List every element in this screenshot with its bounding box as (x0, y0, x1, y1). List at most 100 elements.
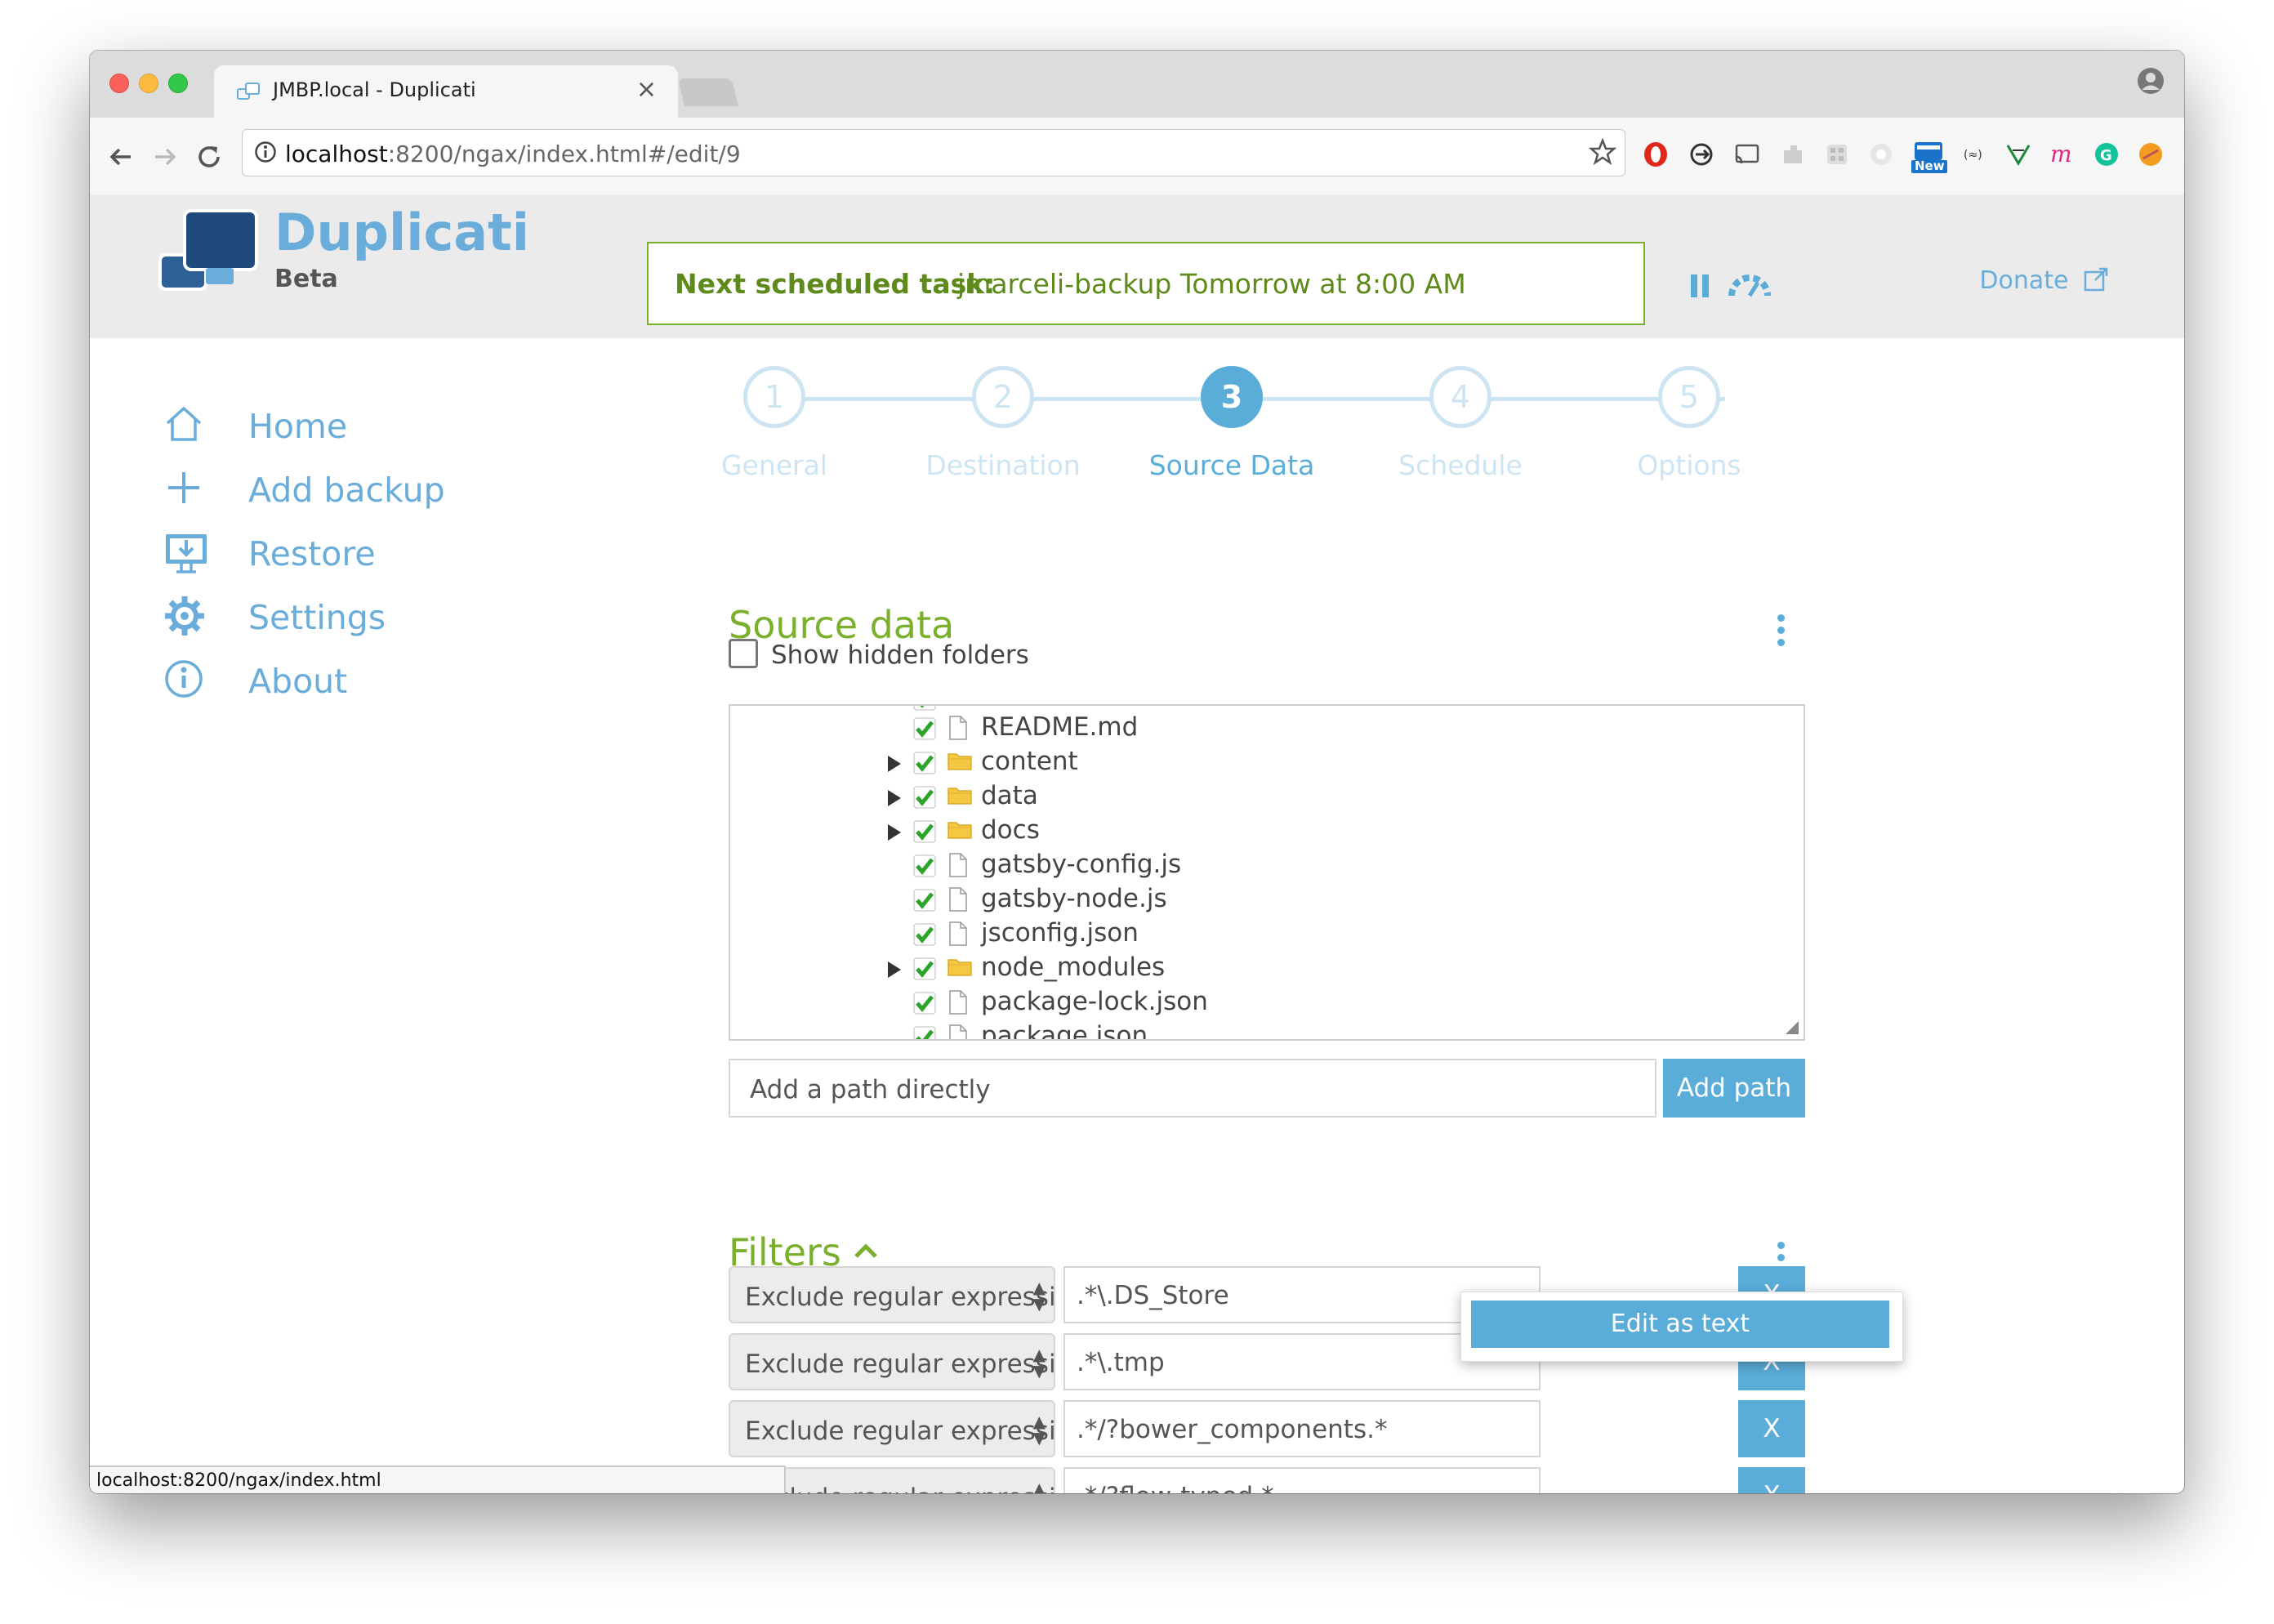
step-3-label[interactable]: Source Data (1117, 449, 1346, 481)
sidebar-item-restore[interactable]: Restore (163, 528, 408, 577)
select-arrows-icon: ▲▼ (1032, 1345, 1046, 1381)
puzzle-extension-icon[interactable] (1779, 141, 1807, 168)
tree-row[interactable]: node_modules (730, 951, 1804, 985)
remove-filter-button[interactable]: X (1738, 1467, 1805, 1493)
grid-extension-icon[interactable] (1823, 141, 1851, 168)
tree-row-label: gatsby-config.js (981, 850, 1182, 879)
filter-type-value: Exclude regular expression (745, 1283, 1055, 1312)
sidebar-item-settings[interactable]: Settings (163, 591, 408, 640)
filter-expression-input[interactable]: .*/?bower_components.* (1063, 1400, 1541, 1457)
tree-row[interactable]: content (730, 745, 1804, 779)
address-bar[interactable]: localhost:8200/ngax/index.html#/edit/9 (242, 129, 1625, 176)
filter-row: Exclude regular expression▲▼ .*/?flow-ty… (729, 1467, 1805, 1493)
sync-extension-icon[interactable] (1688, 141, 1715, 168)
step-3-circle[interactable]: 3 (1201, 366, 1263, 428)
tree-row-checkbox[interactable] (913, 957, 936, 980)
add-path-input[interactable]: Add a path directly (729, 1059, 1656, 1118)
tree-row[interactable]: gatsby-config.js (730, 848, 1804, 882)
tree-row[interactable]: README.md (730, 711, 1804, 745)
select-arrows-icon: ▲▼ (1032, 1278, 1046, 1314)
grammarly-icon[interactable]: G (2093, 141, 2120, 168)
tree-row-checkbox[interactable] (913, 923, 936, 946)
new-badge-extension-icon[interactable]: New (1910, 141, 1949, 173)
chevron-up-icon[interactable] (853, 1240, 879, 1263)
cast-extension-icon[interactable] (1733, 141, 1761, 168)
filter-type-value: Exclude regular expression (745, 1483, 1054, 1493)
step-5-circle[interactable]: 5 (1658, 366, 1720, 428)
back-icon[interactable] (106, 142, 136, 175)
tree-row-checkbox[interactable] (913, 889, 936, 912)
profile-icon[interactable] (2137, 67, 2165, 98)
reload-icon[interactable] (194, 142, 224, 175)
step-5-label[interactable]: Options (1575, 449, 1804, 481)
tree-row-checkbox[interactable] (913, 752, 936, 774)
filter-type-value: Exclude regular expression (745, 1350, 1055, 1379)
a-extension-icon[interactable]: A (2181, 141, 2184, 168)
filter-type-select[interactable]: Exclude regular expression▲▼ (729, 1400, 1055, 1457)
status-bar-url: localhost:8200/ngax/index.html (90, 1466, 786, 1493)
duplicati-favicon-icon (237, 82, 261, 105)
donate-link[interactable]: Donate (1979, 266, 2109, 299)
forward-icon[interactable] (150, 142, 180, 175)
m-extension-icon[interactable]: m (2049, 141, 2076, 168)
step-1-circle[interactable]: 1 (743, 366, 805, 428)
cookie-extension-icon[interactable]: (≈) (1960, 141, 1988, 168)
filter-type-select[interactable]: Exclude regular expression▲▼ (729, 1266, 1055, 1323)
circle-extension-icon[interactable] (1867, 141, 1895, 168)
tree-row-checkbox[interactable] (913, 717, 936, 740)
maximize-window-button[interactable] (168, 74, 188, 93)
tree-row-checkbox[interactable] (913, 854, 936, 877)
expand-arrow-icon[interactable] (888, 961, 901, 978)
resize-handle-icon[interactable] (1786, 1021, 1799, 1034)
show-hidden-folders-checkbox[interactable] (729, 639, 758, 668)
expand-arrow-icon[interactable] (888, 790, 901, 806)
expand-arrow-icon[interactable] (888, 756, 901, 772)
tree-row-checkbox[interactable] (913, 786, 936, 809)
source-folder-tree[interactable]: README.md content data docs gatsby-confi… (729, 704, 1805, 1041)
expand-arrow-icon[interactable] (888, 824, 901, 841)
close-window-button[interactable] (109, 74, 129, 93)
source-menu-icon[interactable] (1777, 614, 1786, 651)
opera-extension-icon[interactable] (1642, 141, 1670, 168)
throttle-icon[interactable] (1727, 271, 1772, 302)
filter-expression-input[interactable]: .*/?flow-typed.* (1063, 1467, 1541, 1493)
step-4-label[interactable]: Schedule (1346, 449, 1575, 481)
sidebar-item-about[interactable]: About (163, 655, 392, 704)
step-4-circle[interactable]: 4 (1429, 366, 1491, 428)
sidebar-item-home[interactable]: Home (163, 400, 376, 449)
tree-row[interactable]: gatsby-node.js (730, 882, 1804, 917)
tree-row[interactable]: docs (730, 814, 1804, 848)
file-icon (948, 990, 969, 1018)
tab-duplicati[interactable]: JMBP.local - Duplicati × (214, 65, 678, 119)
site-info-icon[interactable] (254, 141, 277, 167)
tree-row[interactable]: data (730, 779, 1804, 814)
tree-row-partial-top (913, 704, 936, 711)
sidebar-item-add-backup[interactable]: Add backup (163, 464, 457, 513)
tree-row-checkbox[interactable] (913, 820, 936, 843)
duplicati-logo-icon[interactable] (155, 207, 261, 301)
folder-icon (948, 819, 972, 843)
tree-row[interactable]: package-lock.json (730, 985, 1804, 1019)
tree-row-checkbox[interactable] (913, 1026, 936, 1041)
tab-close-icon[interactable]: × (636, 75, 657, 104)
filters-dropdown-menu: Edit as text (1460, 1292, 1903, 1362)
step-2-label[interactable]: Destination (889, 449, 1117, 481)
filter-type-select[interactable]: Exclude regular expression▲▼ (729, 1333, 1055, 1390)
add-path-button[interactable]: Add path (1663, 1059, 1805, 1118)
tree-row-label: package-lock.json (981, 987, 1208, 1016)
tree-row-checkbox[interactable] (913, 992, 936, 1015)
app-header: Duplicati Beta Next scheduled task: jmar… (90, 194, 2184, 338)
new-tab-button[interactable] (677, 78, 739, 106)
tree-row[interactable]: package.json (730, 1019, 1804, 1041)
step-1-label[interactable]: General (660, 449, 889, 481)
bookmark-star-icon[interactable] (1588, 137, 1617, 169)
sidebar-item-label: Home (248, 407, 348, 446)
minimize-window-button[interactable] (139, 74, 158, 93)
edit-as-text-menu-item[interactable]: Edit as text (1471, 1301, 1889, 1348)
remove-filter-button[interactable]: X (1738, 1400, 1805, 1457)
pause-icon[interactable] (1689, 273, 1712, 302)
vue-devtools-icon[interactable] (2004, 141, 2032, 168)
orange-extension-icon[interactable] (2137, 141, 2165, 168)
tree-row[interactable]: jsconfig.json (730, 917, 1804, 951)
step-2-circle[interactable]: 2 (972, 366, 1034, 428)
